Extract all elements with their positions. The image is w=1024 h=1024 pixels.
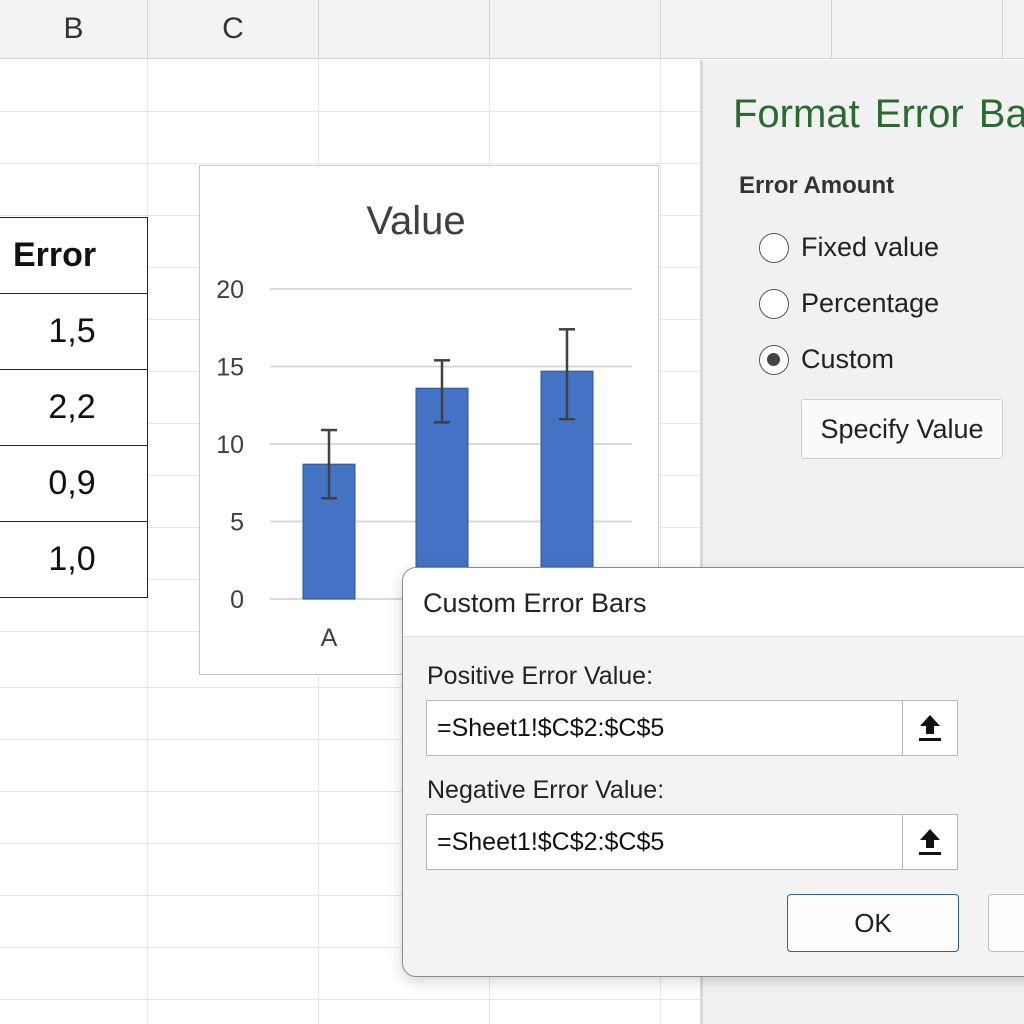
column-header-g[interactable] — [832, 0, 1003, 58]
positive-error-label: Positive Error Value: — [427, 662, 654, 690]
ok-button[interactable]: OK — [787, 894, 959, 952]
y-tick-label: 10 — [216, 431, 244, 459]
custom-error-bars-dialog: Custom Error Bars Positive Error Value: … — [402, 567, 1024, 977]
pane-title: Format Error Bars — [733, 92, 1024, 136]
column-header-bar: B C — [0, 0, 1024, 59]
error-cell[interactable]: 2,2 — [0, 369, 148, 446]
radio-fixed-value[interactable]: Fixed value — [759, 232, 939, 263]
column-header-d[interactable] — [319, 0, 490, 58]
specify-value-button[interactable]: Specify Value — [801, 399, 1003, 459]
error-table: Error 1,5 2,2 0,9 1,0 — [0, 217, 148, 598]
collapse-dialog-button[interactable] — [902, 701, 957, 755]
column-header-b[interactable]: B — [0, 0, 148, 58]
y-tick-label: 5 — [230, 509, 244, 537]
negative-error-field[interactable]: =Sheet1!$C$2:$C$5 — [426, 814, 958, 870]
y-tick-label: 0 — [230, 586, 244, 614]
dialog-title: Custom Error Bars — [423, 588, 647, 618]
error-cell[interactable]: 1,0 — [0, 521, 148, 598]
positive-error-field[interactable]: =Sheet1!$C$2:$C$5 — [426, 700, 958, 756]
upload-arrow-icon — [919, 829, 941, 855]
radio-button-selected[interactable] — [759, 344, 789, 375]
radio-percentage[interactable]: Percentage — [759, 288, 939, 319]
negative-error-label: Negative Error Value: — [427, 776, 665, 804]
chart-title: Value — [366, 199, 465, 243]
radio-label: Percentage — [801, 288, 940, 318]
column-header-c-label: C — [222, 12, 244, 45]
y-tick-label: 20 — [216, 276, 244, 304]
cancel-button[interactable] — [988, 894, 1024, 952]
column-header-f[interactable] — [661, 0, 832, 58]
collapse-dialog-button[interactable] — [902, 815, 957, 869]
dialog-titlebar[interactable]: Custom Error Bars — [403, 568, 1024, 637]
radio-button[interactable] — [759, 232, 789, 263]
y-tick-label: 15 — [216, 354, 244, 382]
radio-custom[interactable]: Custom — [759, 344, 894, 375]
error-cell[interactable]: 1,5 — [0, 293, 148, 370]
column-header-e[interactable] — [490, 0, 661, 58]
x-tick-label: A — [321, 624, 338, 652]
error-header-cell[interactable]: Error — [0, 217, 148, 294]
negative-error-value[interactable]: =Sheet1!$C$2:$C$5 — [437, 828, 664, 857]
error-cell[interactable]: 0,9 — [0, 445, 148, 522]
positive-error-value[interactable]: =Sheet1!$C$2:$C$5 — [437, 714, 664, 743]
error-amount-heading: Error Amount — [739, 172, 895, 199]
radio-button[interactable] — [759, 288, 789, 319]
upload-arrow-icon — [919, 715, 941, 741]
column-header-b-label: B — [63, 12, 84, 45]
radio-label: Fixed value — [801, 232, 940, 262]
radio-label: Custom — [801, 344, 895, 374]
column-header-c[interactable]: C — [148, 0, 319, 58]
